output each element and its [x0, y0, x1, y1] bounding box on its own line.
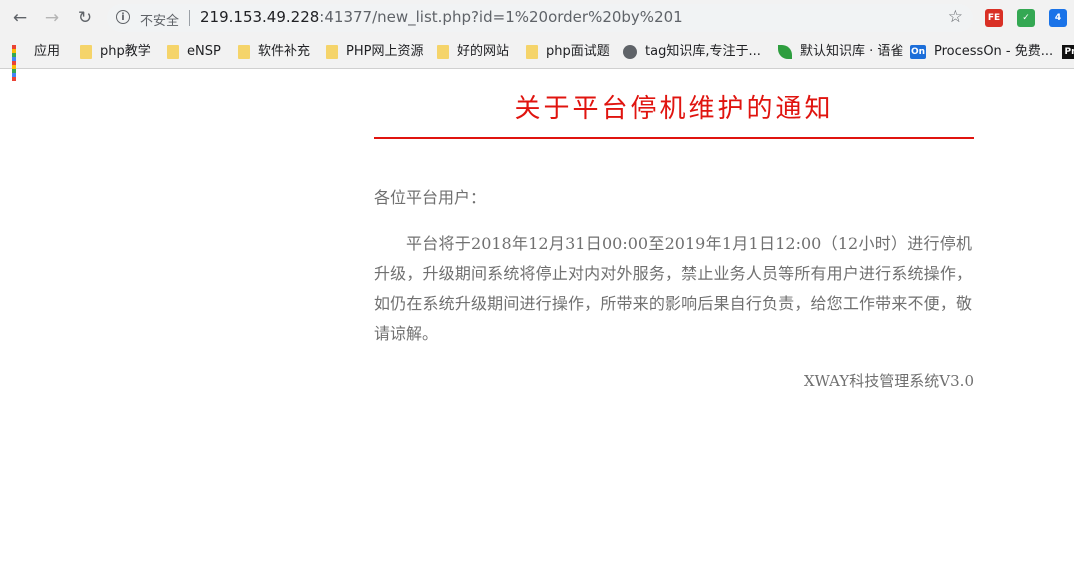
- notice-body: 平台将于2018年12月31日00:00至2019年1月1日12:00（12小时…: [374, 234, 972, 343]
- bookmark-pr[interactable]: Pr: [1062, 42, 1074, 62]
- address-separator: [189, 10, 190, 26]
- pr-icon: Pr: [1062, 44, 1074, 59]
- folder-icon: [80, 44, 92, 59]
- yuque-icon: [778, 44, 792, 59]
- bookmark-label: php教学: [100, 44, 151, 59]
- security-status[interactable]: 不安全: [140, 10, 179, 29]
- shield-extension-icon[interactable]: ✓: [1017, 9, 1035, 27]
- translate-extension-icon[interactable]: 4: [1049, 9, 1067, 27]
- bookmark-ensp[interactable]: eNSP: [167, 42, 221, 62]
- bookmark-label: 好的网站: [457, 44, 510, 59]
- bookmark-label: tag知识库,专注于...: [645, 44, 761, 59]
- url-text[interactable]: 219.153.49.228:41377/new_list.php?id=1%2…: [200, 8, 683, 26]
- title-divider: [374, 137, 974, 139]
- url-path: :41377/new_list.php?id=1%20order%20by%20…: [319, 8, 683, 26]
- bookmarks-bar: 应用 php教学 eNSP 软件补充 PHP网上资源 好的网站 php面试题 t…: [0, 36, 1074, 81]
- bookmark-php-teaching[interactable]: php教学: [80, 42, 151, 62]
- folder-icon: [238, 44, 250, 59]
- address-bar[interactable]: i 不安全 219.153.49.228:41377/new_list.php?…: [107, 4, 973, 32]
- bookmark-label: 软件补充: [258, 44, 311, 59]
- notice-greeting: 各位平台用户：: [374, 188, 487, 207]
- bookmark-tag-knowledge[interactable]: tag知识库,专注于...: [623, 42, 761, 62]
- bookmark-star-icon[interactable]: ☆: [948, 7, 963, 27]
- info-icon[interactable]: i: [116, 10, 130, 24]
- reload-icon[interactable]: ↻: [74, 7, 96, 29]
- bookmark-php-interview[interactable]: php面试题: [526, 42, 610, 62]
- bookmark-label: ProcessOn - 免费...: [934, 44, 1054, 59]
- fe-extension-icon[interactable]: FE: [985, 9, 1003, 27]
- bookmark-good-sites[interactable]: 好的网站: [437, 42, 509, 62]
- folder-icon: [526, 44, 538, 59]
- folder-icon: [437, 44, 449, 59]
- apps-grid-icon: [12, 44, 26, 81]
- forward-arrow-icon[interactable]: →: [41, 7, 63, 29]
- bookmark-label: 应用: [34, 44, 61, 59]
- back-arrow-icon[interactable]: ←: [9, 7, 31, 29]
- processon-icon: On: [910, 44, 926, 59]
- globe-icon: [623, 44, 637, 59]
- folder-icon: [167, 44, 179, 59]
- notice-signature: XWAY科技管理系统V3.0: [803, 372, 974, 390]
- bookmark-software[interactable]: 软件补充: [238, 42, 310, 62]
- bookmark-apps[interactable]: 应用: [12, 42, 61, 81]
- folder-icon: [326, 44, 338, 59]
- bookmark-label: 默认知识库 · 语雀: [800, 44, 904, 59]
- browser-toolbar: ← → ↻ i 不安全 219.153.49.228:41377/new_lis…: [0, 0, 1074, 36]
- bookmark-label: PHP网上资源: [346, 44, 424, 59]
- bookmark-yuque[interactable]: 默认知识库 · 语雀: [778, 42, 903, 62]
- bookmark-label: eNSP: [187, 44, 221, 59]
- bookmark-php-resources[interactable]: PHP网上资源: [326, 42, 423, 62]
- bookmark-processon[interactable]: On ProcessOn - 免费...: [910, 42, 1053, 62]
- bookmark-label: php面试题: [546, 44, 610, 59]
- url-host: 219.153.49.228: [200, 8, 320, 26]
- notice-title: 关于平台停机维护的通知: [514, 94, 834, 124]
